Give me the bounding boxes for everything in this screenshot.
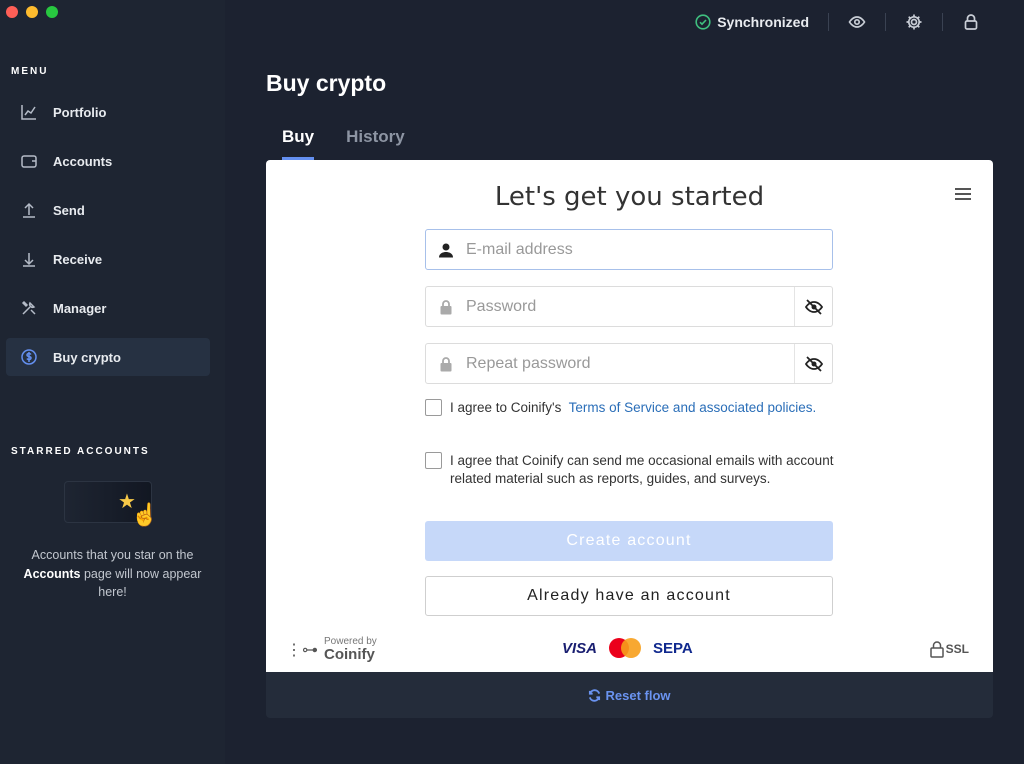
gear-icon[interactable]: [905, 13, 923, 31]
divider: [828, 13, 829, 31]
sidebar-item-send[interactable]: Send: [6, 191, 210, 229]
download-icon: [23, 253, 35, 267]
close-window-button[interactable]: [6, 6, 18, 18]
visa-logo: VISA: [562, 639, 598, 657]
email-consent-row: I agree that Coinify can send me occasio…: [425, 452, 835, 487]
repeat-password-placeholder: Repeat password: [466, 354, 591, 372]
sidebar-item-label: Send: [53, 202, 85, 218]
user-icon: [439, 243, 453, 257]
reset-flow-label: Reset flow: [605, 687, 671, 703]
sidebar-nav: Portfolio Accounts Send Receive Manager …: [6, 93, 210, 387]
provider-name: Coinify: [324, 646, 375, 663]
sidebar-item-portfolio[interactable]: Portfolio: [6, 93, 210, 131]
sidebar-item-label: Accounts: [53, 153, 113, 169]
email-consent-checkbox[interactable]: [425, 452, 442, 469]
lock-icon: [440, 356, 452, 371]
wallet-icon: [21, 155, 37, 168]
mastercard-logo-icon: [609, 638, 642, 658]
password-placeholder: Password: [466, 297, 537, 315]
ssl-lock-icon: [929, 641, 944, 658]
menu-title: MENU: [11, 66, 49, 77]
eye-off-icon: [804, 355, 823, 372]
reset-bar: Reset flow: [266, 672, 993, 718]
divider: [885, 13, 886, 31]
eye-off-icon: [804, 298, 823, 315]
eye-icon[interactable]: [848, 13, 866, 31]
sidebar-item-label: Portfolio: [53, 104, 107, 120]
sidebar-item-buy-crypto[interactable]: Buy crypto: [6, 338, 210, 376]
upload-icon: [23, 202, 35, 218]
toggle-password-visibility-button[interactable]: [794, 287, 832, 326]
terms-consent-text: I agree to Coinify's Terms of Service an…: [450, 400, 817, 415]
sync-status: Synchronized: [695, 14, 809, 30]
pointer-hand-icon: ☝: [131, 502, 159, 527]
coinify-panel: Let's get you started E-mail address Pas…: [266, 160, 993, 672]
refresh-icon: [589, 688, 601, 702]
sidebar-item-receive[interactable]: Receive: [6, 240, 210, 278]
ssl-label: SSL: [945, 642, 969, 656]
toggle-repeat-password-visibility-button[interactable]: [794, 344, 832, 383]
repeat-password-field[interactable]: Repeat password: [425, 343, 833, 384]
page-title: Buy crypto: [266, 70, 387, 96]
tab-history[interactable]: History: [346, 127, 405, 160]
chart-icon: [21, 105, 36, 120]
check-circle-icon: [695, 14, 711, 30]
create-account-button[interactable]: Create account: [425, 521, 833, 561]
already-have-account-button[interactable]: Already have an account: [425, 576, 833, 616]
lock-icon: [440, 299, 452, 314]
starred-empty-message: Accounts that you star on the Accounts p…: [23, 548, 202, 599]
minimize-window-button[interactable]: [26, 6, 38, 18]
password-field[interactable]: Password: [425, 286, 833, 327]
reset-flow-button[interactable]: Reset flow: [588, 687, 671, 703]
window-controls: [6, 6, 58, 18]
payment-methods: VISA SEPA: [562, 638, 693, 658]
sidebar-item-label: Manager: [53, 300, 107, 316]
email-consent-text: I agree that Coinify can send me occasio…: [450, 453, 834, 486]
tools-icon: [21, 300, 36, 315]
ssl-badge: SSL: [929, 640, 969, 658]
dollar-icon: [21, 349, 37, 365]
form-title: Let's get you started: [494, 182, 765, 212]
sidebar-item-label: Receive: [53, 251, 103, 267]
sync-label: Synchronized: [717, 14, 809, 30]
email-field[interactable]: E-mail address: [425, 229, 833, 270]
sepa-logo: SEPA: [653, 639, 693, 657]
divider: [942, 13, 943, 31]
starred-accounts-title: STARRED ACCOUNTS: [11, 446, 150, 457]
sidebar-item-accounts[interactable]: Accounts: [6, 142, 210, 180]
email-placeholder: E-mail address: [466, 240, 573, 258]
terms-link[interactable]: Terms of Service and associated policies…: [569, 400, 817, 415]
sidebar-item-manager[interactable]: Manager: [6, 289, 210, 327]
powered-by-coinify: ⋮⊶ Powered by Coinify: [286, 636, 377, 663]
terms-consent-row: I agree to Coinify's Terms of Service an…: [425, 399, 835, 417]
sidebar: MENU Portfolio Accounts Send Receive Man…: [0, 0, 225, 764]
terms-checkbox[interactable]: [425, 399, 442, 416]
tabs: Buy History: [282, 127, 405, 160]
maximize-window-button[interactable]: [46, 6, 58, 18]
topbar: Synchronized: [695, 10, 980, 34]
sidebar-item-label: Buy crypto: [53, 349, 121, 365]
coinify-logo-icon: ⋮⊶: [286, 641, 318, 659]
tab-buy[interactable]: Buy: [282, 127, 315, 160]
lock-icon[interactable]: [962, 13, 980, 31]
